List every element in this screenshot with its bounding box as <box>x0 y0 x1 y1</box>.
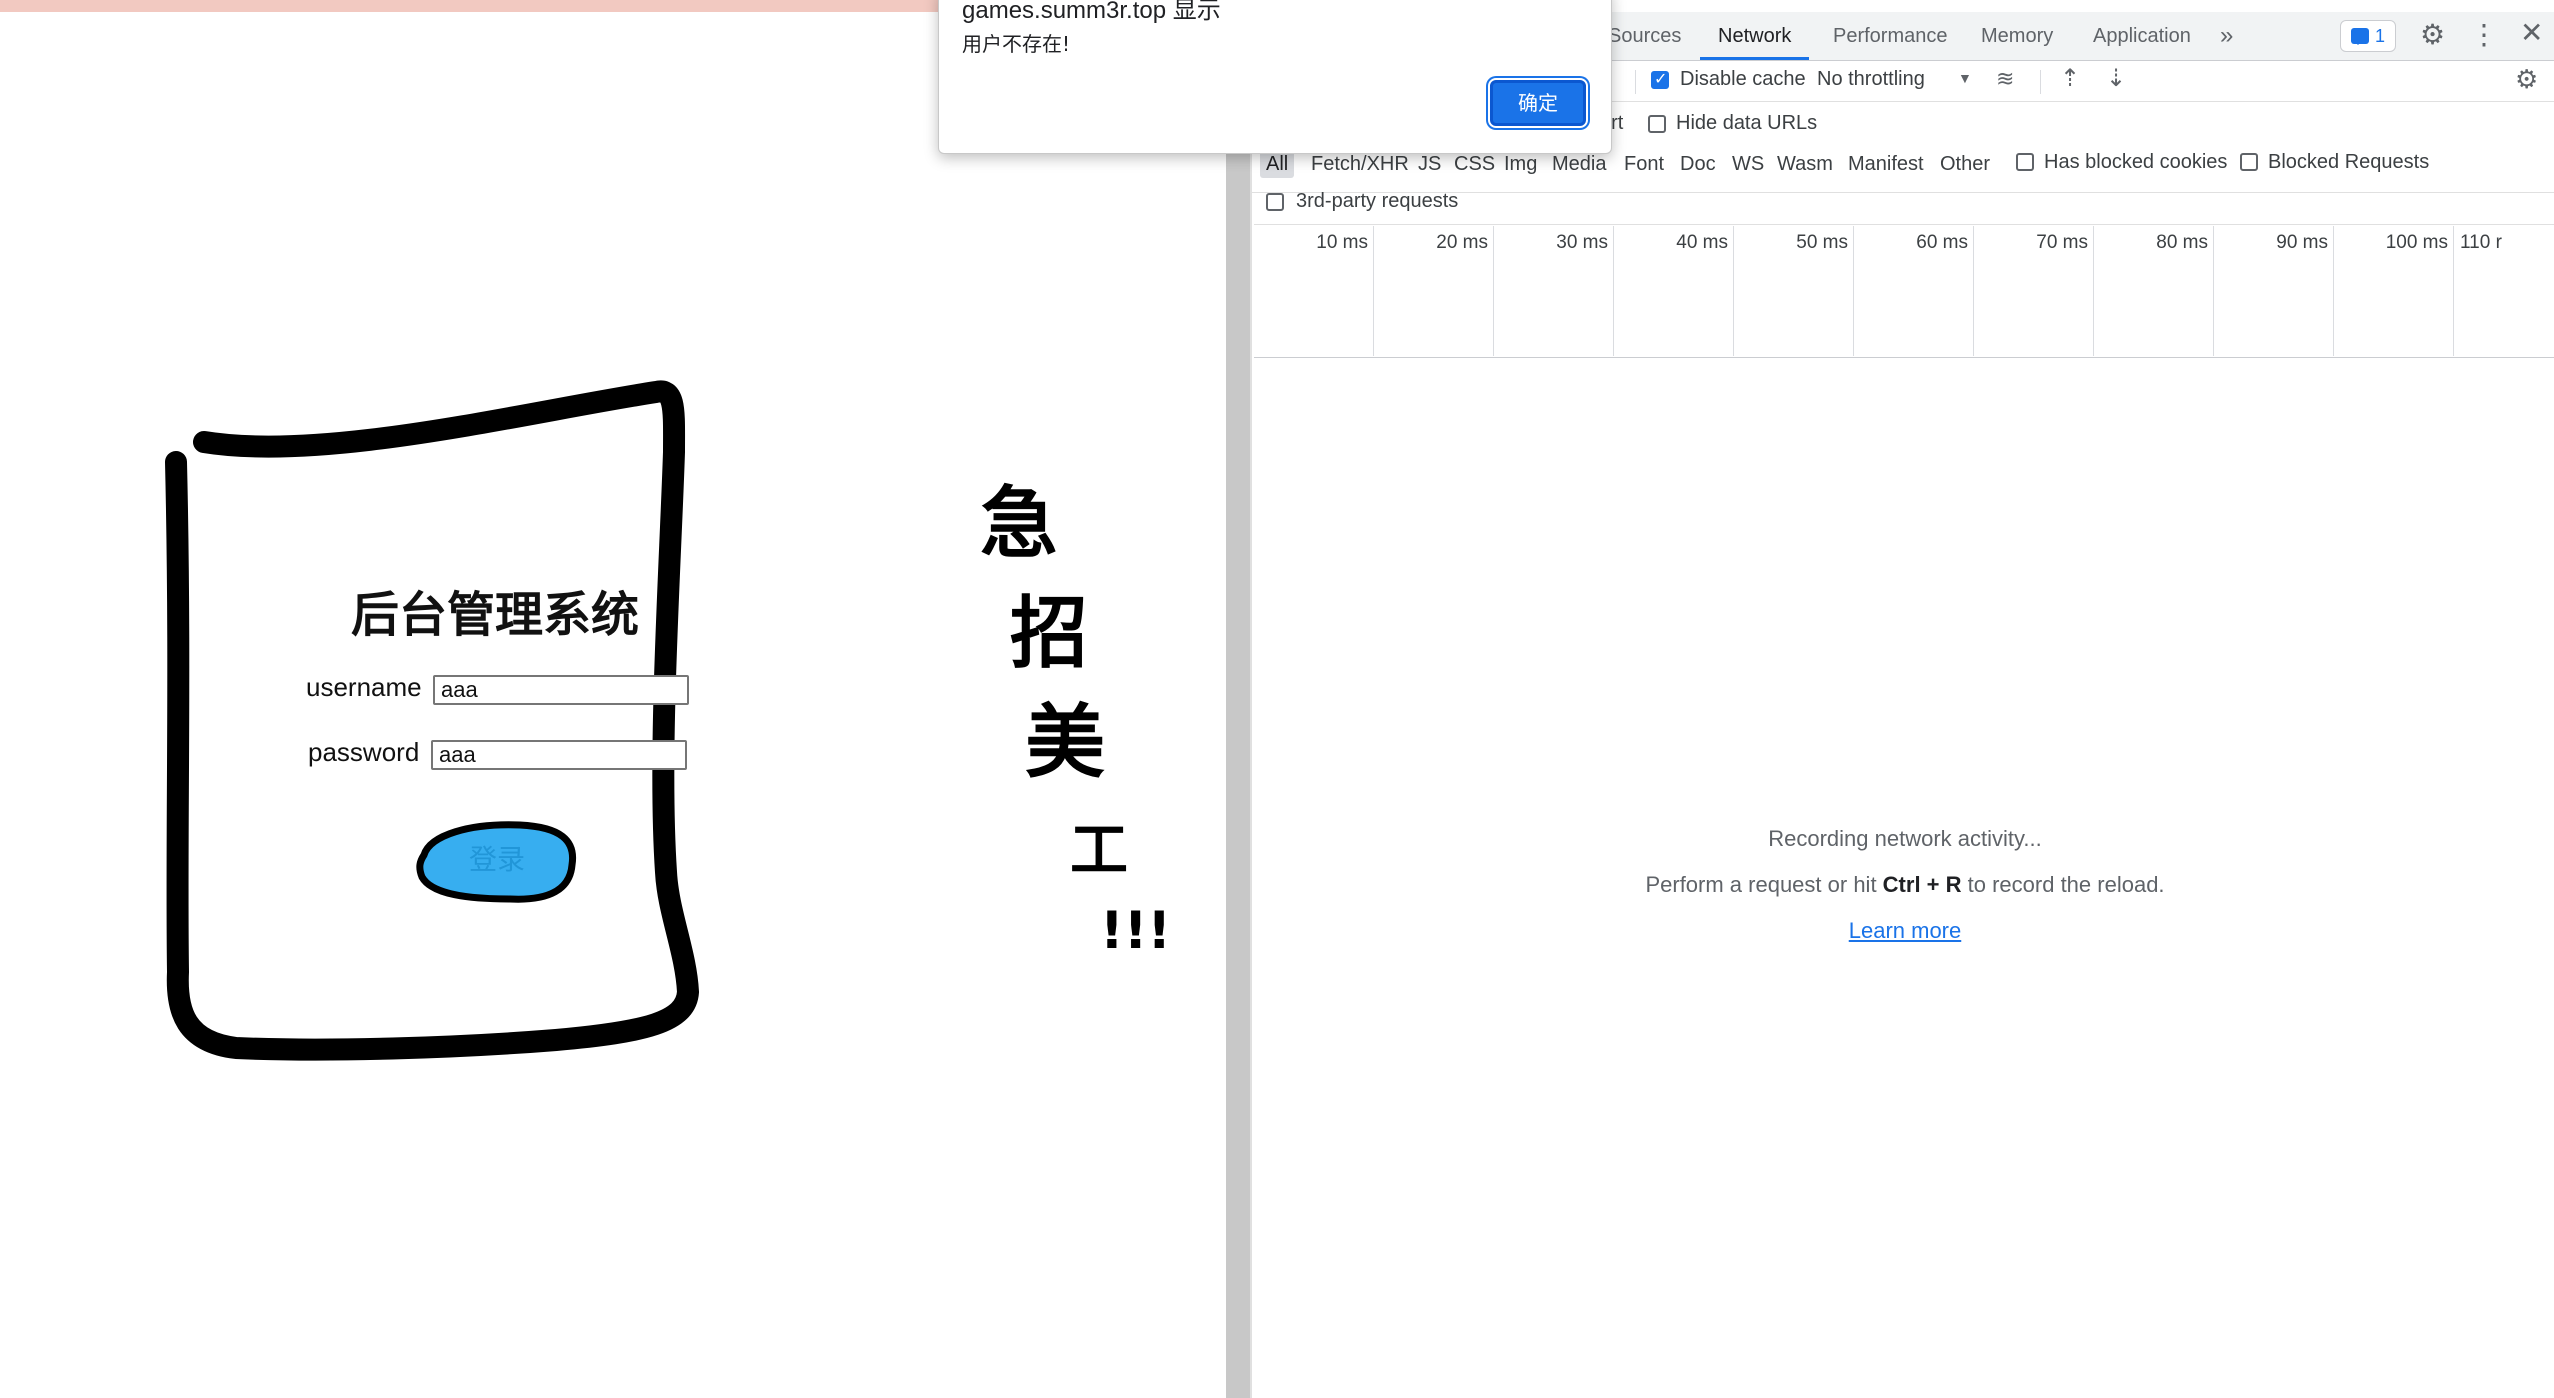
blocked-requests-label: Blocked Requests <box>2268 151 2430 173</box>
slogan-char-4: 工 <box>1070 816 1128 884</box>
message-icon <box>2351 28 2369 45</box>
network-conditions-icon[interactable]: ≋ <box>1996 66 2014 92</box>
learn-more-link[interactable]: Learn more <box>1260 918 2550 944</box>
timeline-tick-label: 60 ms <box>1916 232 1968 253</box>
empty-state-title: Recording network activity... <box>1768 826 2042 851</box>
reload-shortcut: Ctrl + R <box>1882 872 1962 897</box>
has-blocked-cookies-checkbox[interactable] <box>2016 153 2034 171</box>
filter-type-all[interactable]: All <box>1260 151 1295 178</box>
slogan-char-1: 急 <box>980 479 1058 569</box>
timeline-tick-label: 10 ms <box>1316 232 1368 253</box>
toolbar-separator <box>2040 70 2041 94</box>
filter-type-img[interactable]: Img <box>1498 151 1543 178</box>
issues-badge[interactable]: 1 <box>2340 20 2397 52</box>
slogan-char-2: 招 <box>1010 589 1088 679</box>
slogan-char-5: !!! <box>1100 901 1171 961</box>
timeline-tick-label: 80 ms <box>2156 232 2208 253</box>
timeline-gridline <box>1493 226 1494 356</box>
filter-type-ws[interactable]: WS <box>1726 151 1770 178</box>
filter-type-manifest[interactable]: Manifest <box>1842 151 1930 178</box>
slogan-handwriting: 急 招 美 工 !!! <box>980 479 1171 961</box>
toolbar-separator <box>1635 70 1636 94</box>
login-button-label: 登录 <box>468 843 525 876</box>
empty-state-hint: Perform a request or hit Ctrl + R to rec… <box>1260 872 2550 898</box>
slogan-char-3: 美 <box>1025 696 1105 789</box>
password-input[interactable]: aaa <box>431 740 687 770</box>
disable-cache-checkbox[interactable] <box>1651 69 1669 89</box>
blocked-requests-checkbox[interactable] <box>2240 153 2258 171</box>
timeline-tick-label: 110 r <box>2460 232 2502 253</box>
tab-performance[interactable]: Performance <box>1815 12 1966 60</box>
import-har-icon[interactable]: ⇡ <box>2060 64 2080 93</box>
tab-application[interactable]: Application <box>2075 12 2209 60</box>
filter-type-fetch-xhr[interactable]: Fetch/XHR <box>1305 151 1415 178</box>
timeline-tick-label: 70 ms <box>2036 232 2088 253</box>
username-label: username <box>306 672 422 702</box>
tab-memory[interactable]: Memory <box>1963 12 2071 60</box>
kebab-menu-icon[interactable]: ⋮ <box>2470 18 2498 51</box>
page-title: 后台管理系统 <box>350 587 639 643</box>
filter-type-css[interactable]: CSS <box>1448 151 1501 178</box>
timeline-tick-label: 90 ms <box>2276 232 2328 253</box>
dropdown-arrow-icon[interactable]: ▼ <box>1958 70 1972 86</box>
hide-data-urls-label: Hide data URLs <box>1676 112 1818 134</box>
filter-type-font[interactable]: Font <box>1618 151 1670 178</box>
network-settings-icon[interactable]: ⚙ <box>2515 64 2538 95</box>
timeline-gridline <box>1373 226 1374 356</box>
timeline-tick-label: 40 ms <box>1676 232 1728 253</box>
timeline-gridline <box>2453 226 2454 356</box>
timeline-tick-label: 50 ms <box>1796 232 1848 253</box>
hand-drawn-frame <box>165 380 699 1061</box>
issues-count: 1 <box>2375 25 2386 46</box>
alert-ok-button[interactable]: 确定 <box>1490 80 1586 126</box>
disable-cache-label: Disable cache <box>1680 68 1806 90</box>
gear-icon[interactable]: ⚙ <box>2420 18 2445 51</box>
timeline-tick-label: 100 ms <box>2385 232 2448 253</box>
filter-type-js[interactable]: JS <box>1412 151 1447 178</box>
throttling-select[interactable]: No throttling <box>1817 68 1925 91</box>
alert-message: 用户不存在! <box>962 32 1071 56</box>
timeline-tick-label: 30 ms <box>1556 232 1608 253</box>
close-icon[interactable]: ✕ <box>2520 16 2543 49</box>
username-input[interactable]: aaa <box>433 675 689 705</box>
hint-prefix: Perform a request or hit <box>1645 872 1883 897</box>
filter-type-wasm[interactable]: Wasm <box>1771 151 1839 178</box>
timeline-gridline <box>1613 226 1614 356</box>
hide-data-urls-checkbox[interactable] <box>1648 115 1666 133</box>
more-tabs-icon[interactable]: » <box>2220 22 2233 50</box>
timeline-gridline <box>1733 226 1734 356</box>
timeline-gridline <box>1853 226 1854 356</box>
tab-network[interactable]: Network <box>1700 12 1810 60</box>
third-party-requests-label: 3rd-party requests <box>1296 190 1459 212</box>
filter-type-other[interactable]: Other <box>1934 151 1996 178</box>
hint-suffix: to record the reload. <box>1961 872 2165 897</box>
password-label: password <box>308 737 420 767</box>
timeline-gridline <box>2333 226 2334 356</box>
timeline-gridline <box>2213 226 2214 356</box>
timeline-gridline <box>1973 226 1974 356</box>
third-party-requests-checkbox[interactable] <box>1266 193 1284 211</box>
timeline-gridline <box>2093 226 2094 356</box>
filter-type-media[interactable]: Media <box>1546 151 1612 178</box>
timeline-tick-label: 20 ms <box>1436 232 1488 253</box>
filter-type-doc[interactable]: Doc <box>1674 151 1722 178</box>
has-blocked-cookies-label: Has blocked cookies <box>2044 151 2228 173</box>
export-har-icon[interactable]: ⇣ <box>2106 64 2126 93</box>
panel-splitter[interactable] <box>1226 0 1250 1398</box>
alert-title: games.summ3r.top 显示 <box>962 0 1221 24</box>
